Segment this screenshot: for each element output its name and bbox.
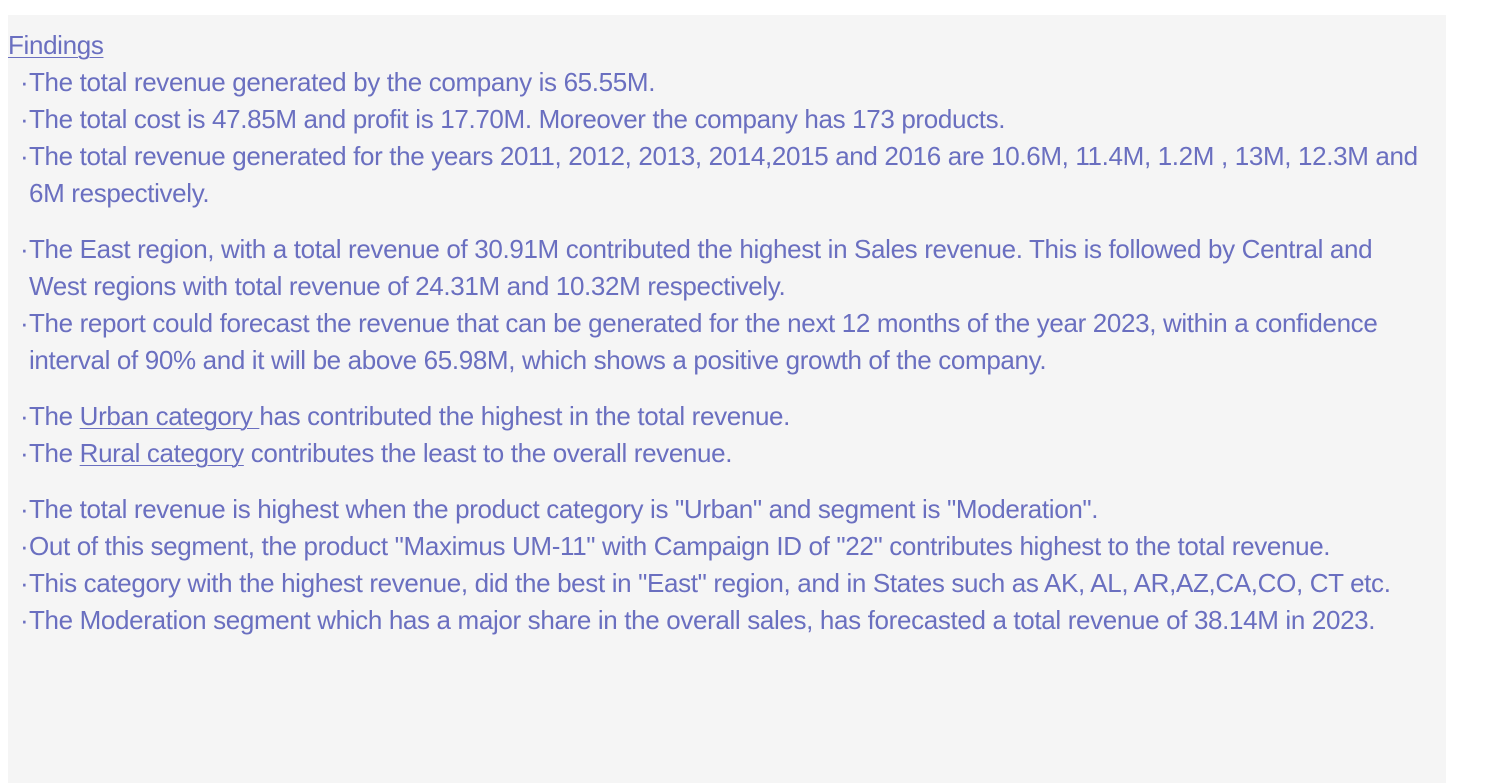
finding-item-urban: · The Urban category has contributed the… xyxy=(8,398,1433,435)
bullet-dot: · xyxy=(20,308,29,338)
rural-suffix: contributes the least to the overall rev… xyxy=(243,438,733,468)
rural-category-link[interactable]: Rural category xyxy=(80,438,245,468)
bullet-dot: · xyxy=(20,568,29,598)
finding-text: The total revenue is highest when the pr… xyxy=(29,494,1099,524)
finding-text: The Rural category contributes the least… xyxy=(29,435,1433,472)
findings-heading: Findings xyxy=(8,27,1433,64)
bullet-dot: · xyxy=(20,531,29,561)
bullet-dot: · xyxy=(20,494,29,524)
finding-item: · The East region, with a total revenue … xyxy=(8,231,1433,305)
urban-suffix: has contributed the highest in the total… xyxy=(259,401,791,431)
finding-item: · Out of this segment, the product "Maxi… xyxy=(8,528,1433,565)
finding-text: The report could forecast the revenue th… xyxy=(29,308,1378,375)
bullet-dot: · xyxy=(20,141,29,171)
finding-text: The Urban category has contributed the h… xyxy=(29,398,1433,435)
finding-item: · The report could forecast the revenue … xyxy=(8,305,1433,379)
urban-category-link[interactable]: Urban category xyxy=(80,401,260,431)
finding-text: The total revenue generated for the year… xyxy=(29,141,1418,208)
bullet-dot: · xyxy=(20,605,29,635)
finding-item: · The total cost is 47.85M and profit is… xyxy=(8,101,1433,138)
finding-text: Out of this segment, the product "Maximu… xyxy=(29,531,1331,561)
findings-content: Findings · The total revenue generated b… xyxy=(8,27,1433,639)
finding-text: The Moderation segment which has a major… xyxy=(29,605,1376,635)
bullet-dot: · xyxy=(20,234,29,264)
bullet-dot: · xyxy=(20,401,29,431)
urban-prefix: The xyxy=(29,401,80,431)
bullet-dot: · xyxy=(20,67,29,97)
rural-prefix: The xyxy=(29,438,80,468)
bullet-dot: · xyxy=(20,438,29,468)
finding-item: · The total revenue generated for the ye… xyxy=(8,138,1433,212)
finding-item: · This category with the highest revenue… xyxy=(8,565,1433,602)
bullet-dot: · xyxy=(20,104,29,134)
finding-text: This category with the highest revenue, … xyxy=(29,568,1391,598)
finding-item: · The total revenue generated by the com… xyxy=(8,64,1433,101)
finding-item: · The total revenue is highest when the … xyxy=(8,491,1433,528)
finding-item: · The Moderation segment which has a maj… xyxy=(8,602,1433,639)
finding-text: The total cost is 47.85M and profit is 1… xyxy=(29,104,1006,134)
finding-item-rural: · The Rural category contributes the lea… xyxy=(8,435,1433,472)
findings-heading-text: Findings xyxy=(8,30,104,60)
finding-text: The total revenue generated by the compa… xyxy=(29,67,656,97)
finding-text: The East region, with a total revenue of… xyxy=(29,234,1373,301)
